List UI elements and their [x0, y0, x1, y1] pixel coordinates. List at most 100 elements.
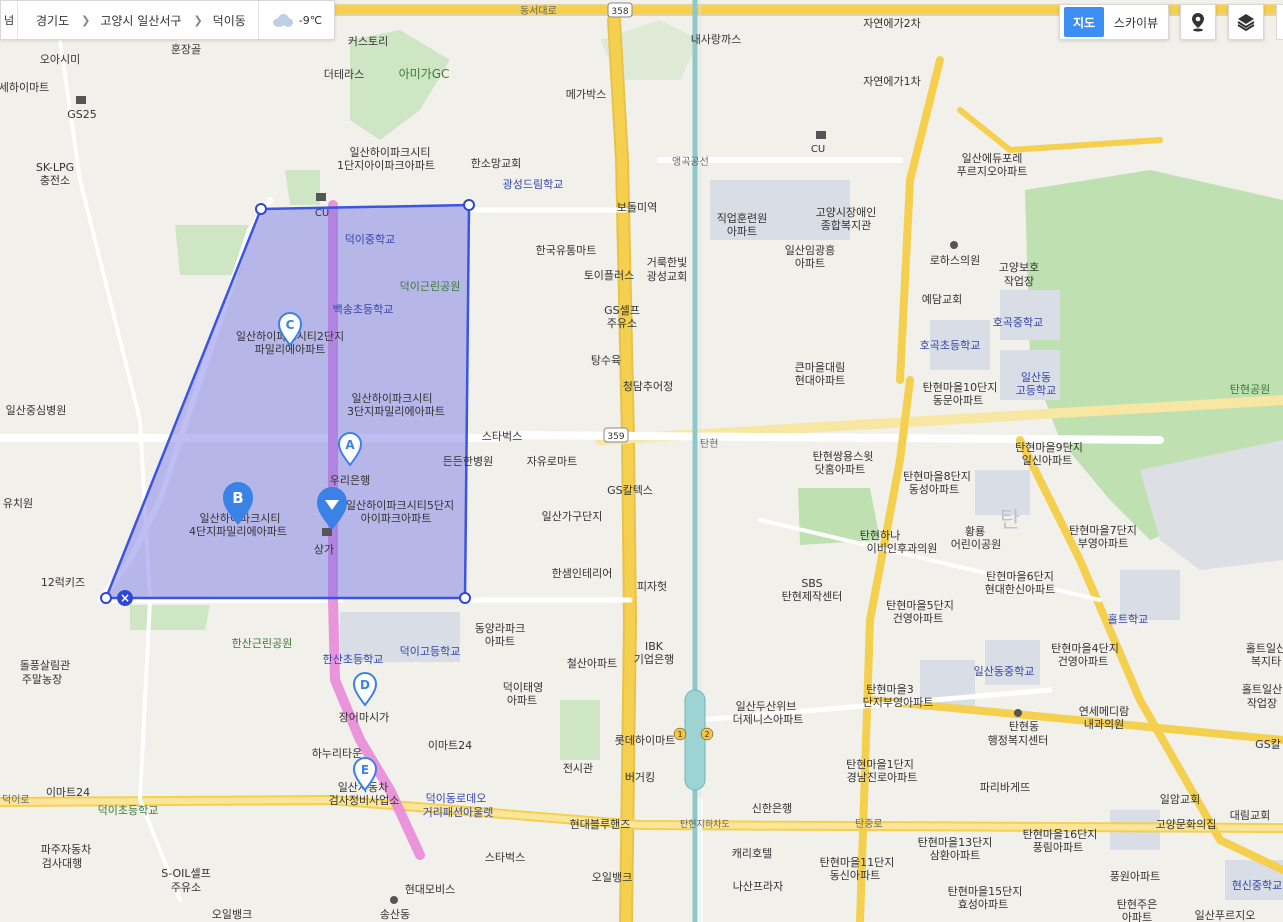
map-view-button[interactable]: 지도	[1064, 7, 1104, 37]
skyview-button[interactable]: 스카이뷰	[1106, 7, 1166, 37]
poi-label: 자연에가2차	[863, 17, 921, 30]
poi-label: 스타벅스	[482, 430, 522, 443]
poi-label: 부영아파트	[1078, 537, 1129, 550]
poi-label: 일산임광흥	[785, 243, 836, 257]
poi-label: 자연에가1차	[863, 75, 921, 88]
poi-label: 하누리타운	[312, 746, 363, 760]
poi-label: 동성아파트	[909, 483, 960, 496]
poi-label: 아파트	[507, 694, 537, 707]
poi-label: 탄현제작센터	[782, 590, 843, 603]
poi-label: 행정복지센터	[988, 734, 1049, 747]
poi-label: 푸르지오아파트	[957, 165, 1028, 178]
poi-label: 송산동	[380, 908, 410, 921]
poi-label: 메가박스	[566, 88, 606, 101]
road-number: 358	[611, 7, 628, 17]
poi-label: 아파트	[727, 225, 757, 238]
layers-button[interactable]	[1228, 4, 1264, 40]
poi-label: 백송초등학교	[333, 303, 394, 316]
poi-label: 스타벅스	[485, 851, 525, 864]
breadcrumb-dong[interactable]: 덕이동	[213, 12, 246, 29]
poi-label: 탄현마을10단지	[923, 381, 998, 394]
poi-label: 청담추어정	[623, 380, 674, 393]
polygon-vertex	[463, 199, 475, 211]
poi-label: 예담교회	[922, 293, 962, 306]
poi-label: 탄현마을1단지	[846, 758, 914, 771]
poi-label: 한산초등학교	[323, 653, 384, 666]
road-label: 동서대로	[520, 5, 557, 17]
poi-label: 파주자동차	[41, 843, 92, 856]
breadcrumb-city[interactable]: 고양시 일산서구	[100, 12, 181, 29]
road-label: 탄중로	[855, 818, 883, 830]
panel-edge[interactable]	[1276, 4, 1283, 40]
poi-label: 1단지아이파크아파트	[337, 159, 435, 172]
poi-label: 더테라스	[324, 68, 364, 81]
breadcrumb-province[interactable]: 경기도	[36, 12, 69, 29]
poi-label: SK-LPG	[36, 161, 74, 174]
poi-label: GS칼텍스	[607, 484, 653, 497]
poi-label: 전시관	[563, 762, 593, 775]
poi-label: 기업은행	[634, 653, 674, 666]
poi-label: 이비인후과의원	[867, 542, 938, 555]
poi-label: 3단지파밀리에아파트	[347, 405, 445, 418]
poi-label: 우리은행	[330, 474, 370, 487]
poi-label: 직업훈련원	[717, 212, 768, 225]
poi-label: 탄현마을6단지	[986, 570, 1054, 583]
road-number: 359	[607, 432, 624, 442]
poi-label: 보돌미역	[617, 201, 657, 214]
poi-label: 버거킹	[625, 771, 655, 784]
poi-label: 탄현마을9단지	[1015, 441, 1083, 454]
office-icon	[1014, 709, 1022, 717]
poi-label: 피자헛	[637, 580, 667, 593]
breadcrumb: 경기도 ❯ 고양시 일산서구 ❯ 덕이동	[18, 1, 246, 39]
poi-label: 덕이중학교	[345, 233, 396, 246]
poi-label: 덕이고등학교	[400, 645, 461, 658]
poi-label: 검사정비사업소	[329, 794, 400, 807]
poi-label: 상가	[314, 543, 334, 556]
poi-label: 12럭키즈	[41, 576, 85, 589]
poi-label: 풍원아파트	[1110, 870, 1161, 883]
poi-label: 고등학교	[1016, 384, 1056, 397]
svg-text:E: E	[361, 763, 369, 777]
poi-label: 일산중심병원	[6, 403, 67, 417]
poi-label: 오일뱅크	[592, 870, 632, 884]
poi-label: 현대모비스	[405, 883, 456, 896]
poi-label: 일암교회	[1160, 792, 1200, 806]
map-canvas[interactable]: 1 2 × 동서대로 358 359 앵곡공선 탄중로 덕이로 탄현지하차도 탄…	[0, 0, 1283, 922]
poi-label: 일산하이파크시티	[352, 391, 433, 405]
breadcrumb-edge[interactable]: 넘	[1, 1, 18, 39]
poi-label: 유치원	[3, 497, 33, 510]
poi-label: 일산두산위브	[736, 699, 797, 713]
poi-label: 아파트	[485, 635, 515, 648]
poi-label: 이마트24	[428, 739, 472, 752]
poi-label: 탄현공원	[1230, 383, 1270, 396]
poi-label: 주말농장	[22, 673, 62, 686]
polygon-close-button[interactable]: ×	[117, 590, 133, 606]
poi-label: 홀트일산	[1242, 682, 1282, 696]
poi-label: 큰마을대림	[795, 361, 846, 374]
poi-label: 작업장	[1004, 275, 1034, 288]
poi-label: 탄현마을15단지	[948, 885, 1023, 898]
poi-label: 탄현하나	[860, 528, 900, 542]
weather-widget[interactable]: -9℃	[257, 1, 334, 39]
poi-label: 캐리호텔	[732, 847, 772, 860]
poi-label: S-OIL셀프	[161, 867, 211, 880]
poi-label: 탄현마을3	[866, 683, 913, 696]
poi-label: 현대블루핸즈	[570, 818, 631, 831]
poi-label: 돌풍살림관	[20, 659, 71, 672]
poi-label: 주유소	[171, 881, 201, 894]
poi-label: 파리바게뜨	[980, 781, 1031, 794]
polygon-vertex	[459, 592, 471, 604]
poi-label: 일산에듀포레	[962, 151, 1023, 165]
poi-label: 현신중학교	[1232, 879, 1283, 892]
poi-label: 삼환아파트	[930, 849, 981, 862]
svg-text:C: C	[286, 318, 295, 332]
location-button[interactable]	[1180, 4, 1216, 40]
store-icon	[816, 131, 826, 139]
poi-label: 한소망교회	[471, 157, 522, 170]
poi-label: 탄현주은	[1117, 898, 1157, 911]
poi-label: 작업장	[1247, 697, 1277, 710]
subway-station[interactable]	[684, 689, 706, 791]
poi-label: 아이파크아파트	[361, 512, 432, 525]
poi-label: 동신아파트	[830, 869, 881, 882]
poi-label: 건영아파트	[893, 612, 944, 625]
